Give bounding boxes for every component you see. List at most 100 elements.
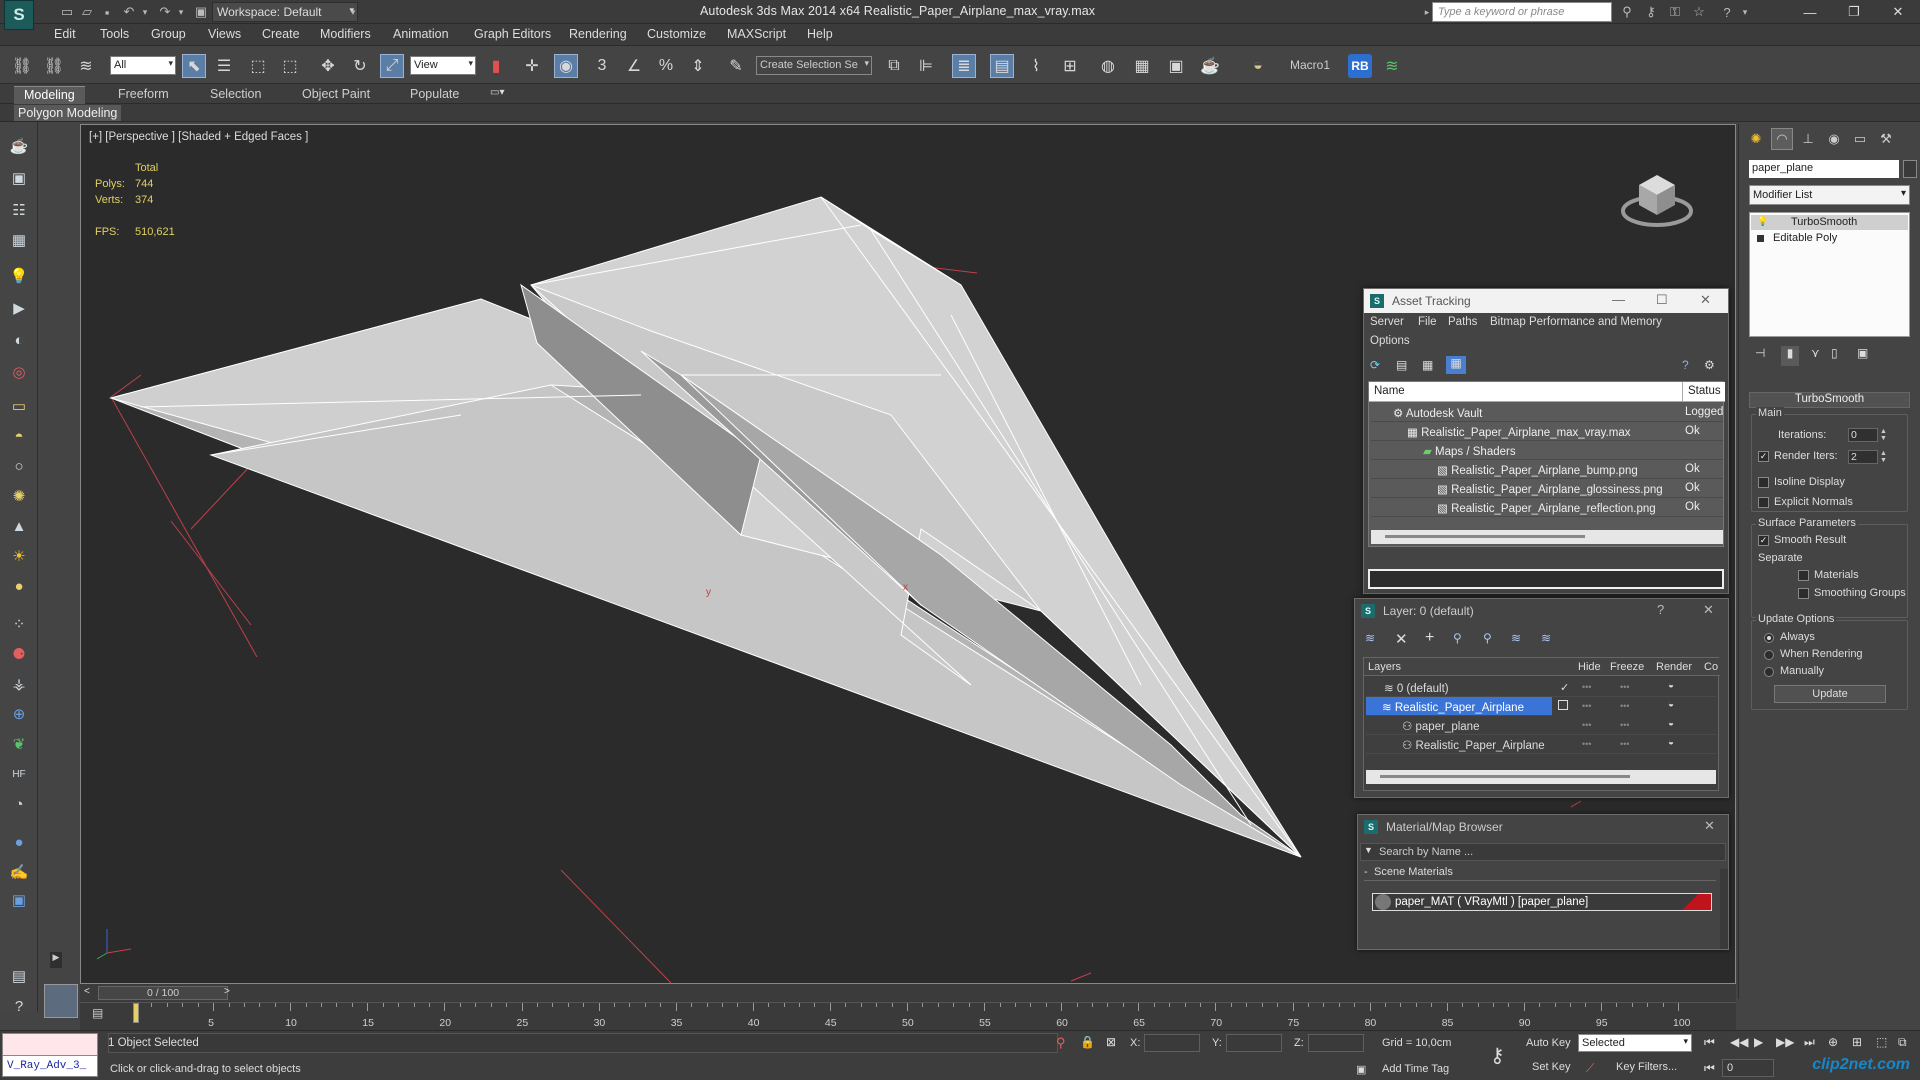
material-search-field[interactable]: ▼ Search by Name ... [1360, 843, 1726, 861]
freeze-all-icon[interactable]: ≋ [1541, 631, 1551, 645]
grid-icon[interactable]: ▦ [7, 228, 31, 252]
highlight-layer-icon[interactable]: ⚲ [1483, 631, 1492, 645]
asset-row[interactable]: ⚙ Autodesk Vault [1371, 403, 1723, 422]
reference-coord-dropdown[interactable]: View ▾ [410, 56, 476, 75]
ribbon-options-icon[interactable]: ▭▾ [490, 87, 512, 101]
sun-icon[interactable]: ☀ [7, 544, 31, 568]
render-iters-spinner[interactable]: 2 [1848, 450, 1878, 464]
selection-filter-dropdown[interactable]: All ▾ [110, 56, 176, 75]
object-name-field[interactable]: paper_plane [1749, 160, 1899, 178]
lock-selection-icon[interactable]: 🔒 [1080, 1035, 1095, 1049]
key-filter-icon[interactable]: ⟋ [1586, 1061, 1594, 1076]
material-item[interactable]: paper_MAT ( VRayMtl ) [paper_plane] [1372, 893, 1712, 911]
lamp-icon[interactable]: ✺ [7, 484, 31, 508]
render-toggle-icon[interactable]: ◒ [1668, 699, 1674, 710]
next-frame-arrow-icon[interactable]: > [224, 986, 230, 997]
auto-key-button[interactable]: Auto Key [1526, 1037, 1571, 1049]
update-button[interactable]: Update [1774, 685, 1886, 703]
info-icon[interactable]: ▤ [7, 964, 31, 988]
menu-help[interactable]: Help [807, 27, 833, 41]
col-layers[interactable]: Layers [1368, 661, 1401, 673]
macro-icon[interactable]: ◒ [1246, 54, 1270, 78]
menu-tools[interactable]: Tools [100, 27, 129, 41]
select-manipulate-icon[interactable]: ✛ [520, 54, 544, 78]
snaps-toggle-icon[interactable]: 3 [590, 54, 614, 78]
material-browser-titlebar[interactable]: Material/Map Browser [1358, 815, 1728, 839]
detail-view-icon[interactable]: ▦ [1422, 358, 1433, 372]
layer-row[interactable]: ≋ 0 (default) [1366, 678, 1716, 697]
select-by-name-icon[interactable]: ☰ [212, 54, 236, 78]
curve-editor-mini-icon[interactable]: ▤ [92, 1006, 110, 1022]
close-icon[interactable]: ✕ [1704, 818, 1715, 834]
key-mode-dropdown[interactable]: Selected ▾ [1578, 1034, 1692, 1052]
hide-toggle-icon[interactable]: ••• [1582, 701, 1591, 711]
shell-icon[interactable]: ◔ [7, 792, 31, 816]
always-radio[interactable] [1764, 633, 1774, 643]
rotate-icon[interactable]: ↻ [348, 54, 372, 78]
prev-frame-arrow-icon[interactable]: < [84, 986, 90, 997]
mirror-icon[interactable]: ⧉ [882, 54, 906, 78]
particles-icon[interactable]: ⁘ [7, 612, 31, 636]
window-crossing-icon[interactable]: ⬚ [278, 54, 302, 78]
smooth-result-checkbox[interactable]: ✓ [1758, 535, 1769, 546]
script-icon[interactable]: ✍ [7, 860, 31, 884]
layer-row-selected[interactable]: ≋ Realistic_Paper_Airplane [1366, 697, 1552, 716]
turbosmooth-rollout-header[interactable]: TurboSmooth [1749, 392, 1910, 408]
redo-dropdown-icon[interactable]: ▾ [172, 3, 190, 21]
display-tab-icon[interactable]: ▭ [1849, 128, 1871, 150]
active-layer-box-icon[interactable] [1558, 700, 1568, 710]
menu-edit[interactable]: Edit [54, 27, 76, 41]
horizontal-scrollbar[interactable] [1371, 530, 1723, 544]
previous-frame-icon[interactable]: ◀◀ [1730, 1035, 1748, 1049]
z-coord-field[interactable] [1308, 1034, 1364, 1052]
bulb-icon[interactable]: 💡 [1757, 216, 1768, 227]
tab-populate[interactable]: Populate [400, 86, 469, 104]
list-icon[interactable]: ☷ [7, 198, 31, 222]
object-color-swatch[interactable] [1903, 160, 1917, 178]
render-setup-icon[interactable]: ▦ [1130, 54, 1154, 78]
render-icon[interactable]: ▣ [7, 166, 31, 190]
maxscript-listener-output[interactable]: V_Ray_Adv_3_ [2, 1055, 98, 1077]
horizontal-scrollbar[interactable] [1366, 770, 1716, 784]
explicit-normals-checkbox[interactable] [1758, 497, 1769, 508]
configure-modifier-sets-icon[interactable]: ▣ [1857, 346, 1868, 366]
material-sphere-icon[interactable]: ● [7, 830, 31, 854]
search-options-icon[interactable]: ▼ [1364, 845, 1373, 855]
hide-all-icon[interactable]: ≋ [1511, 631, 1521, 645]
key-filters-button[interactable]: Key Filters... [1616, 1061, 1677, 1073]
zoom-icon[interactable]: ⊕ [1828, 1035, 1838, 1049]
refresh-icon[interactable]: ⟳ [1370, 358, 1380, 372]
maximize-viewport-icon[interactable]: ⧉ [1898, 1035, 1907, 1050]
viewport-label-menu[interactable]: [+] [Perspective ] [Shaded + Edged Faces… [89, 131, 308, 143]
app-menu-button[interactable]: S [4, 0, 34, 30]
tab-object-paint[interactable]: Object Paint [292, 86, 380, 104]
key-icon[interactable]: ⚷ [1642, 3, 1660, 21]
plane-icon[interactable]: ▭ [7, 394, 31, 418]
menu-views[interactable]: Views [208, 27, 241, 41]
stack-item-turbosmooth[interactable]: 💡 TurboSmooth [1751, 215, 1908, 230]
bones-icon[interactable]: ⚶ [7, 672, 31, 696]
col-color[interactable]: Co [1704, 661, 1718, 673]
tab-selection[interactable]: Selection [200, 86, 271, 104]
help-icon[interactable]: ? [1718, 3, 1736, 21]
scale-icon[interactable]: ⤢ [380, 54, 404, 78]
asset-row[interactable]: ▧ Realistic_Paper_Airplane_glossiness.pn… [1371, 479, 1723, 498]
menu-options[interactable]: Options [1370, 335, 1410, 347]
subscription-icon[interactable]: ⚿ [1666, 3, 1684, 21]
asset-row[interactable]: ▰ Maps / Shaders [1371, 441, 1723, 460]
binoculars-icon[interactable]: ⚲ [1618, 3, 1636, 21]
track-bar[interactable]: 5 10 15 20 25 30 35 40 45 50 55 60 65 70 75 80 85 90 95 100 [80, 1002, 1736, 1030]
layers-stack-icon[interactable]: ≋ [1380, 54, 1404, 78]
render-toggle-icon[interactable]: ◒ [1668, 680, 1674, 691]
current-frame-marker[interactable] [133, 1003, 139, 1023]
collapse-minus-icon[interactable]: - [1364, 866, 1368, 878]
named-selection-dropdown[interactable]: Create Selection Se ▾ [756, 56, 872, 75]
time-slider[interactable]: < 0 / 100 > [80, 984, 1736, 1002]
dome-icon[interactable]: ◓ [7, 424, 31, 448]
angle-snap-icon[interactable]: ∠ [622, 54, 646, 78]
open-file-icon[interactable]: ▱ [78, 3, 96, 21]
workspace-dropdown[interactable]: Workspace: Default ▾ [212, 2, 358, 22]
expand-arrow-icon[interactable]: ▶ [50, 952, 62, 968]
add-to-layer-icon[interactable]: + [1425, 629, 1434, 647]
physics-icon[interactable]: ⚈ [7, 642, 31, 666]
